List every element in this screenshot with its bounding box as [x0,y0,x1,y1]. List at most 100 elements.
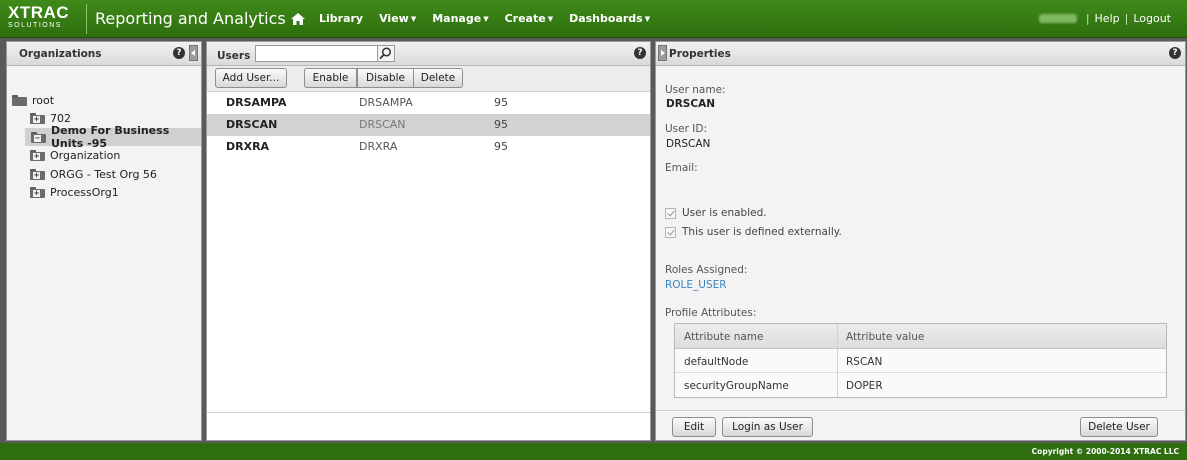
user-enabled-checkbox[interactable]: User is enabled. [665,207,767,219]
user-org-cell: 95 [494,96,508,109]
footer: Copyright © 2000-2014 XTRAC LLC [0,443,1187,460]
disable-button[interactable]: Disable [357,68,414,88]
tree-item-label: Organization [50,148,121,162]
chevron-down-icon: ▼ [410,15,417,23]
separator: | [1124,12,1129,25]
help-icon[interactable]: ? [173,47,185,59]
table-row[interactable]: DRSAMPA DRSAMPA 95 [207,92,650,114]
add-user-button[interactable]: Add User... [215,68,287,88]
folder-open-icon [12,94,27,106]
username-redacted[interactable] [1038,14,1077,23]
user-links: | Help | Logout [1038,12,1171,25]
table-row[interactable]: defaultNode RSCAN [675,349,1166,373]
folder-icon: + [30,168,45,180]
main-nav: Library View ▼ Manage ▼ Create ▼ Dashboards… [291,12,666,25]
collapse-left-icon[interactable] [189,45,198,61]
folder-icon: − [31,131,46,143]
divider [656,410,1185,411]
user-id-cell: DRSAMPA [359,96,413,109]
user-org-cell: 95 [494,118,508,131]
table-row[interactable]: securityGroupName DOPER [675,373,1166,397]
organizations-title: Organizations [19,48,102,60]
expand-right-icon[interactable] [658,45,667,61]
table-row[interactable]: DRSCAN DRSCAN 95 [207,114,650,136]
folder-icon: + [30,149,45,161]
enable-button[interactable]: Enable [304,68,357,88]
help-icon[interactable]: ? [634,47,646,59]
separator: | [1085,12,1090,25]
delete-button[interactable]: Delete [413,68,463,88]
role-link[interactable]: ROLE_USER [665,279,727,291]
nav-library-label: Library [319,12,364,25]
attribute-value: RSCAN [846,356,883,368]
attribute-name: defaultNode [684,356,749,368]
checkbox-icon [665,226,676,238]
home-icon[interactable] [291,12,305,25]
tree-item[interactable]: + ORGG - Test Org 56 [7,165,197,183]
username-value: DRSCAN [666,98,715,110]
nav-manage[interactable]: Manage ▼ [432,12,488,25]
tree-item-label: 702 [50,111,71,125]
chevron-down-icon: ▼ [547,15,554,23]
app-title: Reporting and Analytics [95,9,286,28]
nav-create-label: Create [504,12,546,25]
divider [207,412,650,413]
properties-header: Properties ? [656,42,1185,66]
column-divider [837,349,838,372]
logo-divider [86,4,87,34]
user-id-cell: DRSCAN [359,118,406,131]
login-as-user-button[interactable]: Login as User [722,417,813,437]
logout-link[interactable]: Logout [1133,12,1171,25]
help-link[interactable]: Help [1095,12,1120,25]
organizations-panel: Organizations ? root +702− Demo For Busine… [6,41,202,441]
folder-icon: + [30,186,45,198]
edit-button[interactable]: Edit [672,417,716,437]
roles-label: Roles Assigned: [665,264,748,276]
userid-label: User ID: [665,123,707,135]
attribute-name: securityGroupName [684,380,789,392]
tree-item-label: ORGG - Test Org 56 [50,167,157,181]
userid-value: DRSCAN [666,138,711,150]
nav-create[interactable]: Create ▼ [505,12,554,25]
tree-item[interactable]: root [7,91,197,109]
copyright-text: Copyright © 2000-2014 XTRAC LLC [1031,447,1179,456]
folder-icon: + [30,112,45,124]
user-name-cell: DRSCAN [226,118,278,131]
nav-dashboards[interactable]: Dashboards ▼ [569,12,650,25]
top-bar: XTRAC SOLUTIONS Reporting and Analytics … [0,0,1187,38]
email-label: Email: [665,162,698,174]
profile-attributes-label: Profile Attributes: [665,307,757,319]
defined-externally-checkbox[interactable]: This user is defined externally. [665,226,842,238]
table-row[interactable]: DRXRA DRXRA 95 [207,136,650,158]
table-header: Attribute name Attribute value [675,324,1166,349]
users-toolbar: Add User... Enable Disable Delete [207,66,650,92]
users-header: Users ? [207,42,650,66]
tree-item[interactable]: + ProcessOrg1 [7,183,197,201]
logo-text: XTRAC [8,3,70,22]
nav-manage-label: Manage [432,12,482,25]
xtrac-logo[interactable]: XTRAC SOLUTIONS [8,4,86,34]
nav-library[interactable]: Library [319,12,363,25]
defined-externally-label: This user is defined externally. [682,226,842,238]
user-org-cell: 95 [494,140,508,153]
username-label: User name: [665,84,726,96]
users-panel: Users ? Add User... Enable Disable Delet… [206,41,651,441]
delete-user-button[interactable]: Delete User [1080,417,1158,437]
nav-view-label: View [379,12,409,25]
user-search-input[interactable] [255,45,378,62]
attribute-value-header: Attribute value [846,331,925,343]
column-divider [837,373,838,397]
tree-item-label: ProcessOrg1 [50,185,119,199]
tree-item[interactable]: − Demo For Business Units -95 [25,124,201,150]
users-title: Users [217,50,251,62]
help-icon[interactable]: ? [1169,47,1181,59]
nav-dashboards-label: Dashboards [569,12,643,25]
column-divider [837,324,838,348]
nav-view[interactable]: View ▼ [379,12,416,25]
search-icon [379,47,392,60]
tree-item[interactable]: + Organization [7,146,197,164]
logo-subtext: SOLUTIONS [8,22,62,29]
properties-title: Properties [669,48,731,60]
search-button[interactable] [378,45,395,62]
attribute-name-header: Attribute name [684,331,764,343]
